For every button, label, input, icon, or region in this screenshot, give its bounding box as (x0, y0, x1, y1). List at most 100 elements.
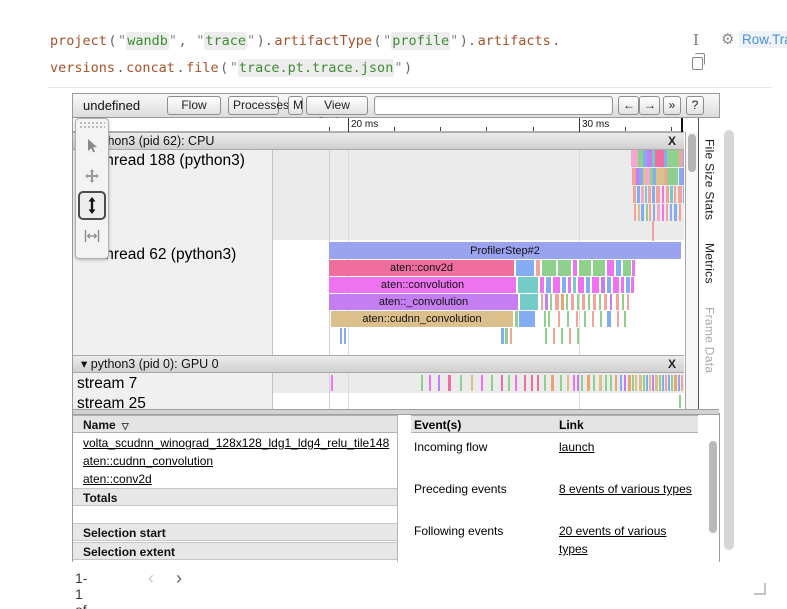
trace-event-bar[interactable]: ProfilerStep#2 (329, 242, 681, 259)
track-scrollbar-thumb[interactable] (688, 134, 696, 172)
flow-events-button[interactable]: Flow events (167, 96, 221, 115)
trace-event-sliver[interactable] (620, 375, 622, 391)
trace-event-sliver[interactable] (567, 311, 569, 327)
sort-icon[interactable]: ▽ (122, 421, 129, 431)
trace-event-sliver[interactable] (584, 311, 586, 327)
page-scrollbar-thumb[interactable] (724, 130, 734, 550)
trace-event-sliver[interactable] (670, 186, 673, 203)
track-scrollbar[interactable] (685, 132, 698, 409)
trace-event-sliver[interactable] (531, 375, 533, 391)
trace-event-sliver[interactable] (501, 375, 503, 391)
trace-event-sliver[interactable] (599, 294, 601, 310)
trace-event-sliver[interactable] (679, 395, 681, 408)
trace-event-sliver[interactable] (674, 375, 677, 391)
trace-event-sliver[interactable] (668, 375, 670, 391)
trace-event-sliver[interactable] (616, 294, 619, 310)
gpu-process-header[interactable]: ▾ python3 (pid 0): GPU 0 X (73, 355, 684, 373)
view-options-button[interactable]: View Options (306, 96, 368, 115)
trace-event-sliver[interactable] (577, 328, 579, 344)
trace-event-sliver[interactable] (587, 375, 590, 391)
trace-event-sliver[interactable] (646, 375, 648, 391)
following-events-link[interactable]: 20 events of various types (559, 522, 698, 558)
trace-event-sliver[interactable] (510, 328, 512, 344)
trace-event-sliver[interactable] (515, 375, 517, 391)
trace-event-sliver[interactable] (567, 375, 569, 391)
tab-file-size-stats[interactable]: File Size Stats (703, 139, 717, 220)
trace-event-sliver[interactable] (592, 311, 594, 327)
trace-event-sliver[interactable] (438, 375, 440, 391)
trace-event-sliver[interactable] (569, 328, 571, 344)
trace-event-sliver[interactable] (548, 311, 550, 327)
trace-event-sliver[interactable] (421, 375, 423, 391)
trace-event-sliver[interactable] (460, 375, 462, 391)
trace-event-sliver[interactable] (635, 375, 637, 391)
trace-event-sliver[interactable] (655, 150, 664, 167)
trace-event-sliver[interactable] (674, 186, 676, 203)
close-icon[interactable]: X (665, 133, 679, 150)
trace-event-sliver[interactable] (340, 328, 342, 344)
trace-event-sliver[interactable] (659, 375, 661, 391)
trace-event-sliver[interactable] (561, 328, 563, 344)
trace-event-sliver[interactable] (627, 294, 629, 310)
trace-event-sliver[interactable] (646, 204, 648, 221)
next-page-icon[interactable]: › (176, 568, 182, 589)
trace-event-sliver[interactable] (631, 277, 634, 293)
trace-event-sliver[interactable] (581, 375, 583, 391)
trace-event-sliver[interactable] (544, 311, 546, 327)
trace-event-bar[interactable]: aten::conv2d (329, 260, 514, 276)
trace-event-sliver[interactable] (665, 375, 667, 391)
trace-event-sliver[interactable] (613, 277, 619, 293)
time-ruler[interactable]: 20 ms30 ms (73, 118, 684, 132)
trace-event-sliver[interactable] (537, 375, 539, 391)
trace-event-sliver[interactable] (582, 294, 585, 310)
trace-event-sliver[interactable] (546, 277, 551, 293)
close-icon[interactable]: X (665, 356, 679, 373)
trace-event-sliver[interactable] (683, 168, 684, 185)
palette-drag-handle[interactable] (79, 121, 105, 130)
trace-event-sliver[interactable] (634, 204, 636, 221)
trace-event-sliver[interactable] (519, 311, 535, 327)
trace-event-sliver[interactable] (674, 204, 677, 221)
trace-event-sliver[interactable] (622, 294, 624, 310)
trace-event-sliver[interactable] (577, 294, 579, 310)
trace-event-sliver[interactable] (631, 150, 638, 167)
trace-event-sliver[interactable] (536, 260, 540, 276)
trace-event-sliver[interactable] (593, 260, 605, 276)
trace-event-sliver[interactable] (515, 311, 518, 327)
trace-event-sliver[interactable] (586, 277, 590, 293)
incoming-flow-link[interactable]: launch (559, 438, 594, 456)
trace-event-sliver[interactable] (491, 375, 493, 391)
trace-event-sliver[interactable] (649, 204, 651, 221)
name-column-header[interactable]: Name▽ (73, 415, 398, 433)
trace-event-sliver[interactable] (607, 260, 614, 276)
trace-event-sliver[interactable] (626, 277, 630, 293)
trace-event-sliver[interactable] (638, 204, 640, 221)
trace-event-sliver[interactable] (573, 277, 576, 293)
trace-event-sliver[interactable] (643, 375, 645, 391)
trace-event-sliver[interactable] (671, 375, 673, 391)
trace-event-sliver[interactable] (652, 221, 654, 241)
trace-event-sliver[interactable] (545, 328, 547, 344)
trace-event-sliver[interactable] (577, 375, 579, 391)
find-next-button[interactable]: → (639, 96, 660, 115)
selection-tool-button[interactable] (78, 131, 106, 160)
collapse-arrow-icon[interactable]: ▾ (81, 357, 87, 371)
trace-event-sliver[interactable] (331, 375, 333, 391)
trace-event-sliver[interactable] (429, 375, 431, 391)
vertical-zoom-tool-button[interactable] (78, 191, 106, 220)
resize-handle[interactable] (754, 583, 766, 595)
trace-event-bar[interactable]: aten::cudnn_convolution (331, 311, 513, 327)
events-table-scrollbar[interactable] (709, 441, 717, 559)
trace-event-sliver[interactable] (566, 294, 568, 310)
trace-event-sliver[interactable] (481, 375, 483, 391)
trace-event-sliver[interactable] (645, 186, 647, 203)
trace-event-sliver[interactable] (656, 168, 664, 185)
trace-event-sliver[interactable] (678, 375, 680, 391)
event-link[interactable]: aten::conv2d (83, 472, 152, 486)
kernel-link[interactable]: volta_scudnn_winograd_128x128_ldg1_ldg4_… (83, 436, 389, 450)
trace-event-sliver[interactable] (607, 311, 611, 327)
event-link[interactable]: aten::cudnn_convolution (83, 454, 213, 468)
trace-event-sliver[interactable] (641, 186, 644, 203)
trace-event-sliver[interactable] (667, 150, 679, 167)
find-input[interactable] (374, 96, 613, 115)
